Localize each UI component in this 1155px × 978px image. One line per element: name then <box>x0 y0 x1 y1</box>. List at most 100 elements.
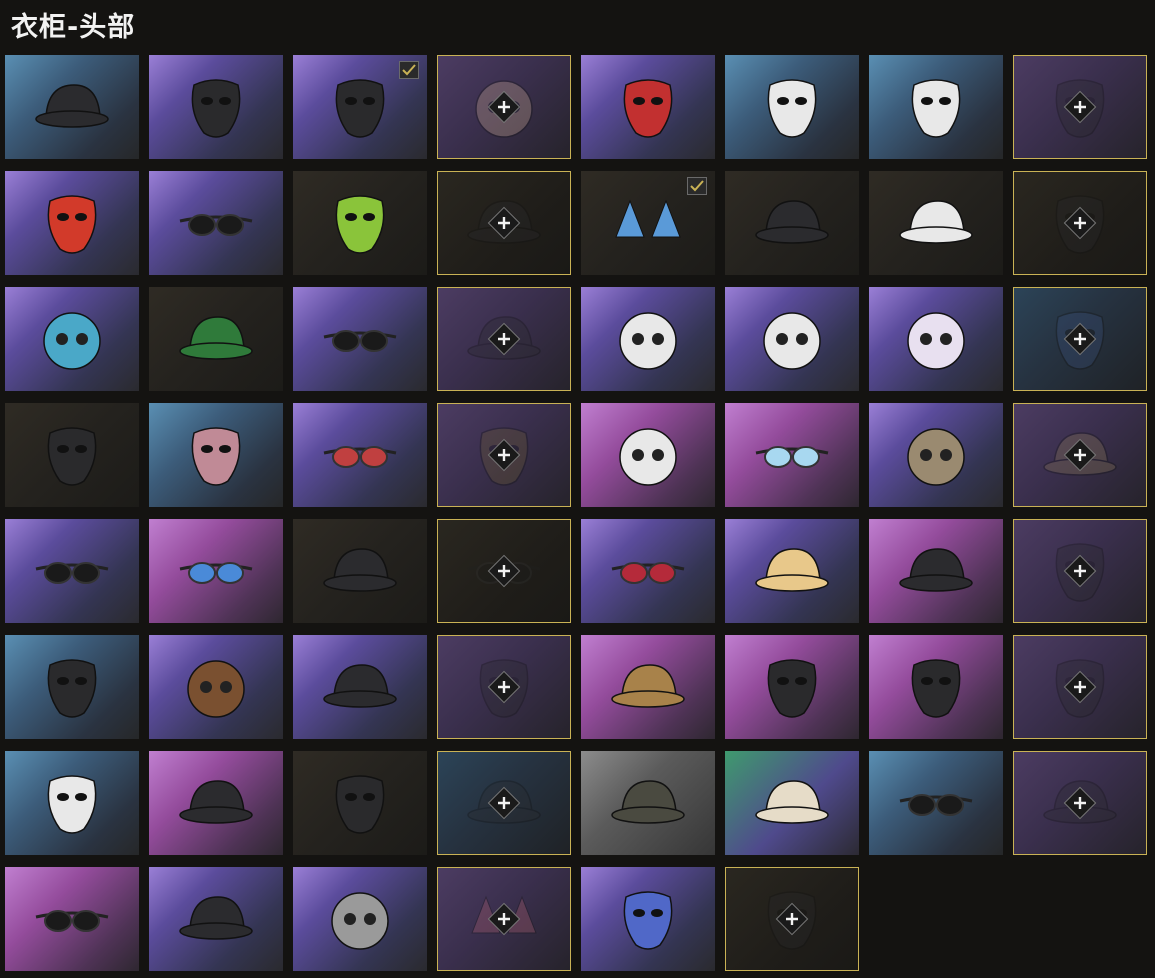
wardrobe-slot[interactable] <box>437 751 571 855</box>
wardrobe-slot[interactable] <box>149 403 283 507</box>
visor-glasses-icon <box>318 303 402 375</box>
black-cat-hat-icon <box>894 535 978 607</box>
add-plus-icon[interactable] <box>487 438 521 472</box>
wardrobe-slot[interactable] <box>5 867 139 971</box>
wardrobe-slot[interactable] <box>581 635 715 739</box>
wrap-sunglasses-icon <box>894 767 978 839</box>
wardrobe-slot[interactable] <box>1013 55 1147 159</box>
wardrobe-slot[interactable] <box>149 171 283 275</box>
wardrobe-slot[interactable] <box>725 867 859 971</box>
face-wrap-icon <box>30 419 114 491</box>
add-plus-icon[interactable] <box>1063 206 1097 240</box>
wardrobe-slot[interactable] <box>581 403 715 507</box>
add-plus-icon[interactable] <box>775 902 809 936</box>
wardrobe-slot[interactable] <box>149 867 283 971</box>
cat-eye-glasses-icon <box>606 535 690 607</box>
wardrobe-slot[interactable] <box>149 751 283 855</box>
equipped-check-icon <box>399 61 419 79</box>
wardrobe-slot[interactable] <box>581 519 715 623</box>
wardrobe-slot[interactable] <box>437 171 571 275</box>
wardrobe-slot[interactable] <box>725 751 859 855</box>
leopard-bucket-hat-icon <box>606 651 690 723</box>
add-plus-icon[interactable] <box>1063 322 1097 356</box>
wardrobe-slot[interactable] <box>5 751 139 855</box>
wardrobe-slot[interactable] <box>293 403 427 507</box>
eye-patch-goggles-icon <box>30 883 114 955</box>
add-plus-icon[interactable] <box>487 206 521 240</box>
wardrobe-slot[interactable] <box>869 55 1003 159</box>
wardrobe-slot[interactable] <box>5 55 139 159</box>
add-plus-icon[interactable] <box>1063 670 1097 704</box>
wardrobe-slot[interactable] <box>581 751 715 855</box>
wardrobe-slot[interactable] <box>725 171 859 275</box>
canvas-bucket-hat-icon <box>174 883 258 955</box>
wardrobe-slot[interactable] <box>437 403 571 507</box>
wardrobe-slot[interactable] <box>1013 635 1147 739</box>
add-plus-icon[interactable] <box>1063 438 1097 472</box>
add-plus-icon[interactable] <box>487 670 521 704</box>
pith-helmet-icon <box>750 767 834 839</box>
wardrobe-slot[interactable] <box>581 287 715 391</box>
alien-mask-icon <box>318 187 402 259</box>
add-plus-icon[interactable] <box>487 554 521 588</box>
add-plus-icon[interactable] <box>1063 554 1097 588</box>
wardrobe-slot[interactable] <box>293 635 427 739</box>
hooded-jacket-icon <box>606 303 690 375</box>
shark-bucket-hat-icon <box>318 535 402 607</box>
wardrobe-slot[interactable] <box>5 287 139 391</box>
red-skull-mask-icon <box>606 71 690 143</box>
wardrobe-slot[interactable] <box>293 867 427 971</box>
wardrobe-slot[interactable] <box>437 867 571 971</box>
wardrobe-slot[interactable] <box>869 635 1003 739</box>
wardrobe-slot[interactable] <box>5 403 139 507</box>
wardrobe-slot[interactable] <box>869 403 1003 507</box>
wardrobe-slot[interactable] <box>149 287 283 391</box>
wardrobe-slot[interactable] <box>869 287 1003 391</box>
wardrobe-slot[interactable] <box>1013 287 1147 391</box>
add-plus-icon[interactable] <box>487 902 521 936</box>
add-plus-icon[interactable] <box>1063 786 1097 820</box>
wardrobe-slot[interactable] <box>725 403 859 507</box>
wardrobe-slot[interactable] <box>725 287 859 391</box>
black-face-mask-icon <box>30 651 114 723</box>
wardrobe-slot[interactable] <box>437 287 571 391</box>
wardrobe-slot[interactable] <box>149 519 283 623</box>
add-plus-icon[interactable] <box>487 786 521 820</box>
wardrobe-slot[interactable] <box>725 519 859 623</box>
wardrobe-slot[interactable] <box>5 635 139 739</box>
wardrobe-slot[interactable] <box>869 171 1003 275</box>
cat-ears-icon <box>606 187 690 259</box>
add-plus-icon[interactable] <box>1063 90 1097 124</box>
skull-mask-icon <box>318 71 402 143</box>
wardrobe-slot[interactable] <box>581 55 715 159</box>
trex-head-icon <box>894 419 978 491</box>
wardrobe-slot[interactable] <box>149 635 283 739</box>
add-plus-icon[interactable] <box>487 322 521 356</box>
add-plus-icon[interactable] <box>487 90 521 124</box>
wardrobe-slot[interactable] <box>293 519 427 623</box>
wardrobe-slot[interactable] <box>725 635 859 739</box>
clown-mask-icon <box>750 71 834 143</box>
wardrobe-slot[interactable] <box>293 287 427 391</box>
page-title: 衣柜-头部 <box>11 12 136 43</box>
wardrobe-slot[interactable] <box>869 751 1003 855</box>
wardrobe-slot[interactable] <box>725 55 859 159</box>
wardrobe-slot[interactable] <box>581 171 715 275</box>
wardrobe-slot[interactable] <box>1013 519 1147 623</box>
wardrobe-slot[interactable] <box>1013 751 1147 855</box>
wardrobe-slot[interactable] <box>149 55 283 159</box>
wardrobe-slot[interactable] <box>293 55 427 159</box>
wardrobe-slot[interactable] <box>1013 171 1147 275</box>
wardrobe-slot[interactable] <box>437 55 571 159</box>
wardrobe-slot[interactable] <box>437 635 571 739</box>
wardrobe-slot[interactable] <box>5 519 139 623</box>
wardrobe-slot[interactable] <box>437 519 571 623</box>
wardrobe-slot[interactable] <box>581 867 715 971</box>
wardrobe-slot[interactable] <box>293 171 427 275</box>
cute-face-mask-icon <box>606 883 690 955</box>
wardrobe-slot[interactable] <box>869 519 1003 623</box>
equipped-check-icon <box>687 177 707 195</box>
wardrobe-slot[interactable] <box>1013 403 1147 507</box>
wardrobe-slot[interactable] <box>293 751 427 855</box>
wardrobe-slot[interactable] <box>5 171 139 275</box>
